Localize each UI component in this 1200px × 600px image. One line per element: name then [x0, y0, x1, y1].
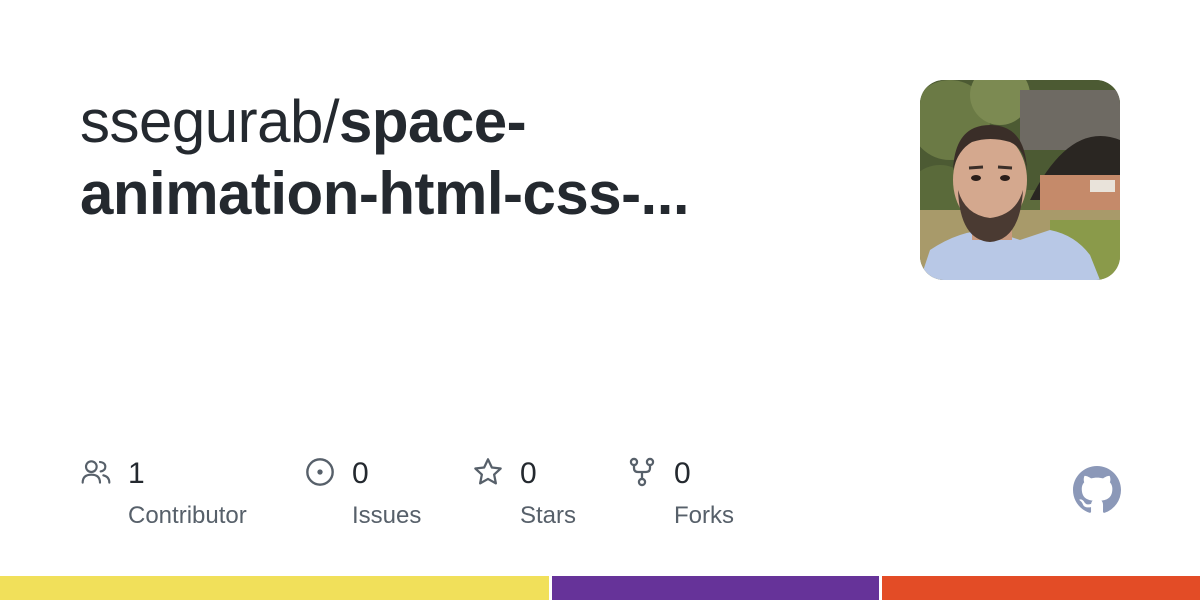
- avatar: [920, 80, 1120, 280]
- language-bar-segment: [552, 576, 882, 600]
- issues-icon: [306, 458, 334, 486]
- issues-label: Issues: [352, 502, 422, 529]
- repo-title[interactable]: ssegurab/space- animation-html-css-...: [80, 86, 880, 230]
- contributors-label: Contributor: [128, 502, 247, 529]
- language-bar-segment: [882, 576, 1200, 600]
- stars-count: 0: [520, 457, 537, 490]
- fork-icon: [629, 457, 655, 487]
- repo-name-line2[interactable]: animation-html-css-...: [80, 160, 690, 227]
- language-bar: [0, 576, 1200, 600]
- forks-count: 0: [674, 457, 691, 490]
- contributors-icon: [81, 460, 111, 484]
- github-logo-icon[interactable]: [1073, 466, 1121, 514]
- star-icon: [474, 458, 502, 485]
- stars-label: Stars: [520, 502, 577, 529]
- language-bar-segment: [0, 576, 552, 600]
- repo-owner[interactable]: ssegurab/: [80, 88, 340, 155]
- contributors-count: 1: [128, 457, 145, 490]
- repo-name-line1[interactable]: space-: [339, 88, 527, 155]
- issues-count: 0: [352, 457, 369, 490]
- avatar-photo: [920, 80, 1120, 280]
- social-preview-card: ssegurab/space- animation-html-css-... 1…: [0, 0, 1200, 600]
- forks-label: Forks: [674, 502, 734, 529]
